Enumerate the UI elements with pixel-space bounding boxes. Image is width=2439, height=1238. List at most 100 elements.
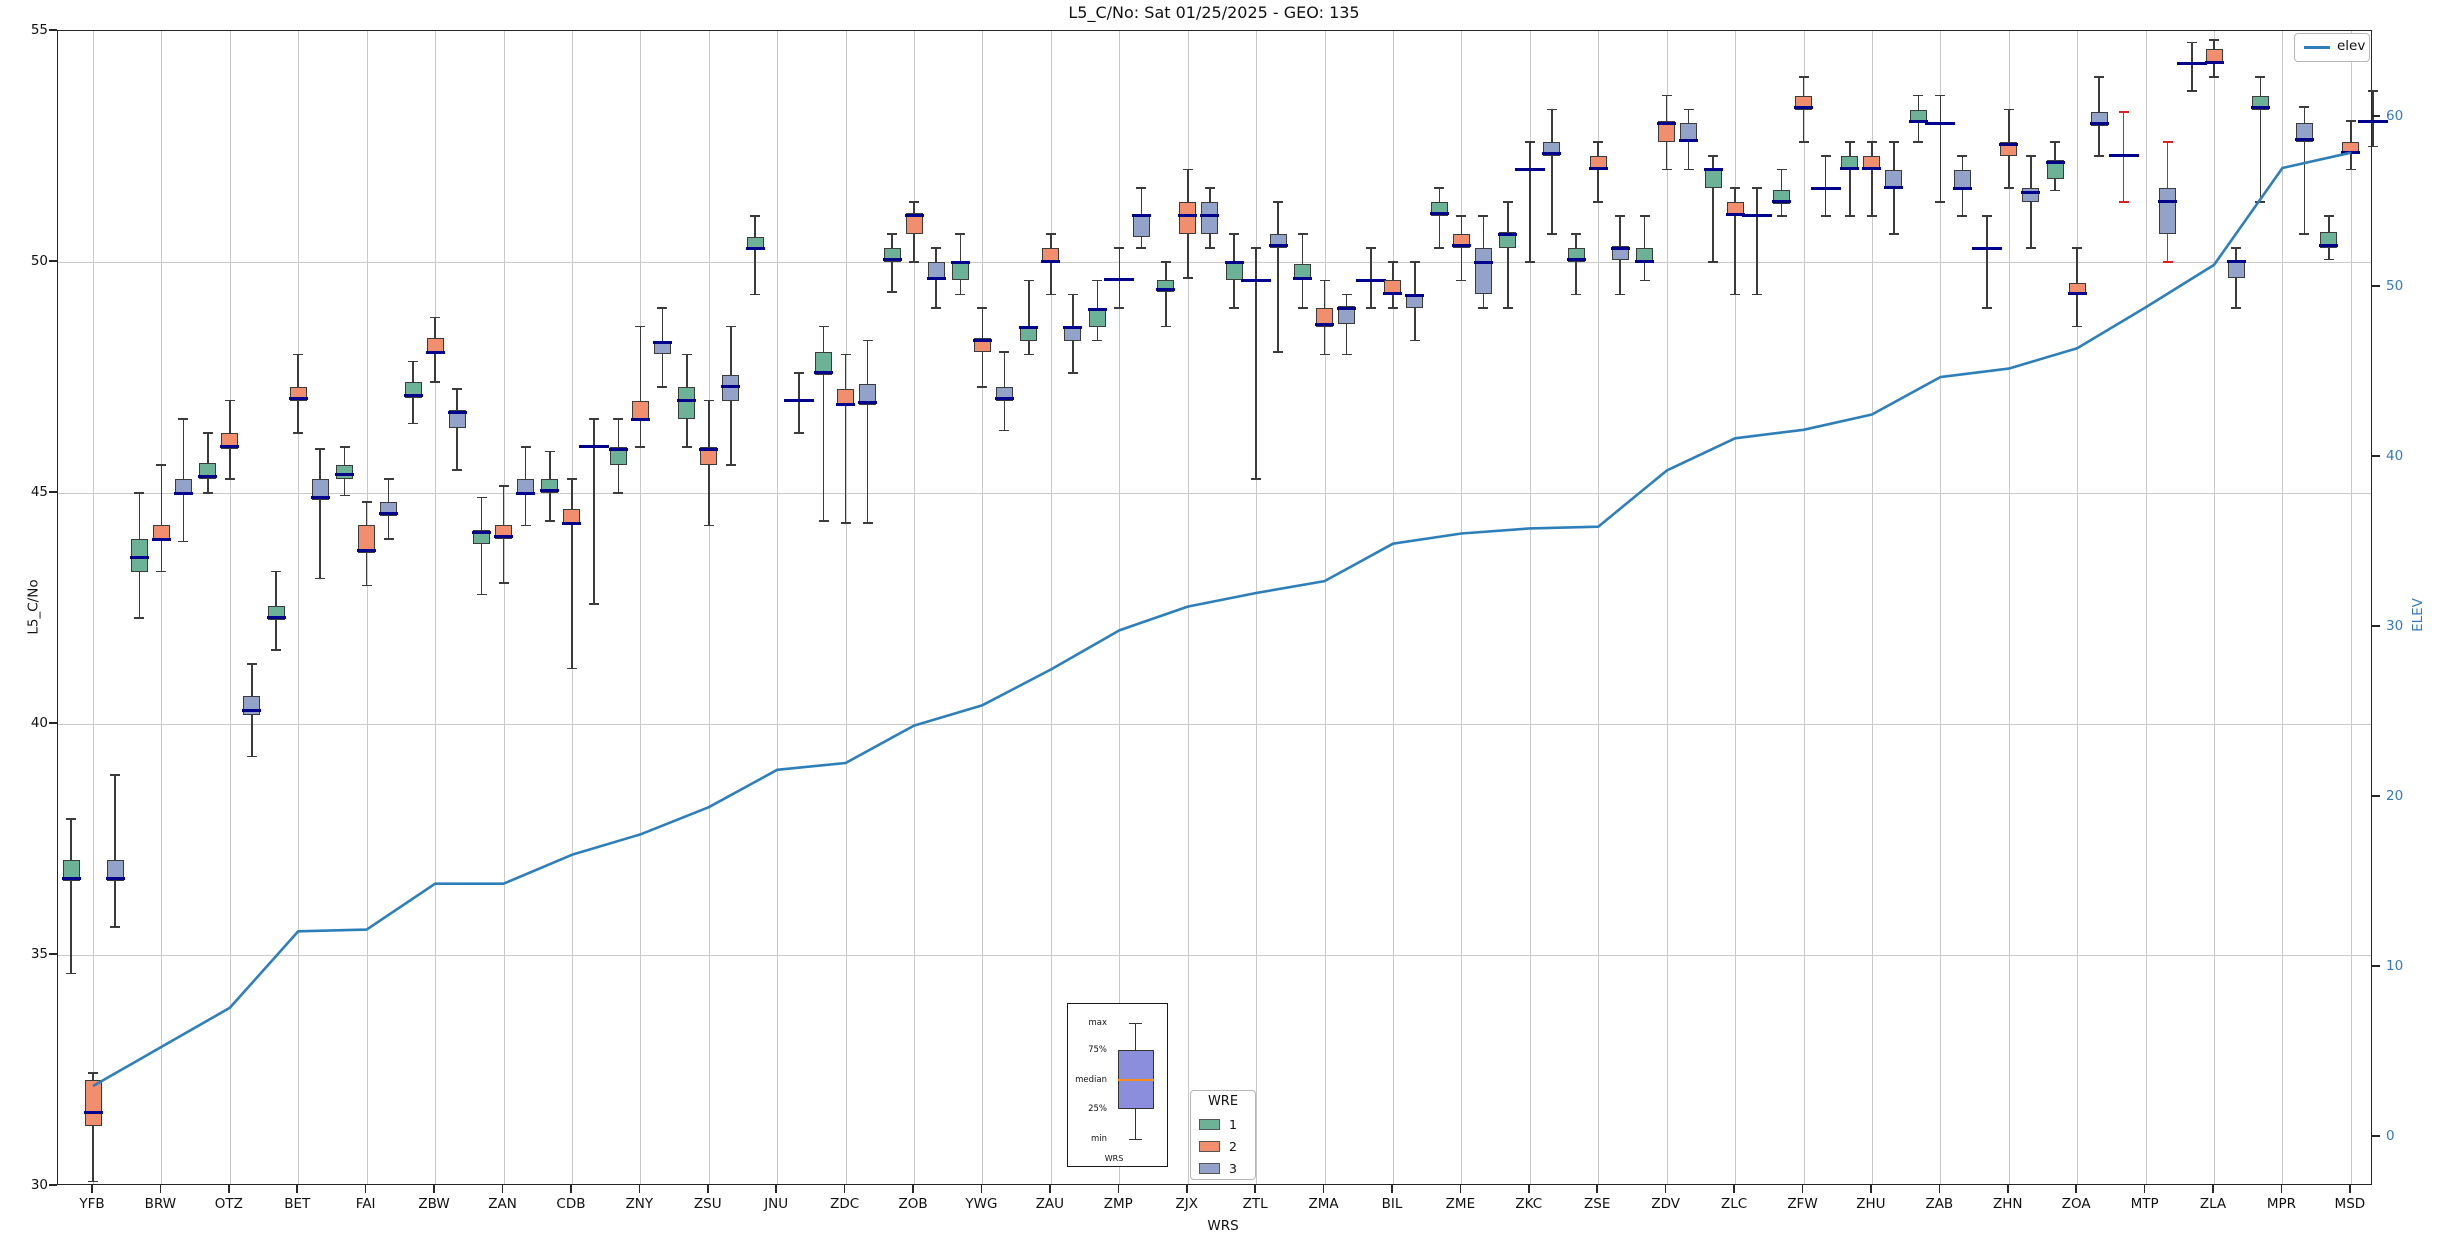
y2-axis-label: ELEV [2410, 598, 2427, 632]
y-tick [49, 722, 57, 724]
x-tick-label-zsu: ZSU [693, 1196, 722, 1212]
x-tick [570, 1185, 572, 1193]
x-tick [843, 1185, 846, 1193]
x-tick [638, 1185, 641, 1193]
y2-tick [2372, 965, 2380, 967]
y-tick [49, 29, 57, 31]
x-tick [296, 1185, 299, 1193]
chart-title: L5_C/No: Sat 01/25/2025 - GEO: 135 [1068, 3, 1360, 22]
x-tick-label-jnu: JNU [764, 1196, 789, 1212]
y2-tick [2372, 115, 2380, 117]
x-tick [501, 1185, 504, 1193]
x-tick [228, 1185, 230, 1193]
x-tick-label-bet: BET [284, 1196, 311, 1212]
y2-tick-label: 0 [2386, 1128, 2395, 1144]
x-tick [1664, 1185, 1667, 1193]
y-tick [49, 260, 57, 262]
x-tick-label-zbw: ZBW [418, 1196, 450, 1212]
y-tick [49, 491, 57, 493]
x-axis-label: WRS [1207, 1218, 1239, 1234]
x-tick [364, 1185, 367, 1193]
y-tick-label: 55 [30, 22, 48, 38]
y-axis-label: L5_C/No [25, 579, 42, 635]
x-tick-label-zma: ZMA [1308, 1196, 1339, 1212]
x-tick-label-zjx: ZJX [1175, 1196, 1198, 1212]
x-tick-label-otz: OTZ [214, 1196, 243, 1212]
x-tick-label-zmp: ZMP [1103, 1196, 1133, 1212]
y2-tick-label: 10 [2386, 958, 2404, 974]
x-tick-label-zlc: ZLC [1720, 1196, 1748, 1212]
y2-tick-label: 30 [2386, 618, 2404, 634]
x-tick-label-zab: ZAB [1925, 1196, 1954, 1212]
x-tick-label-zhu: ZHU [1856, 1196, 1886, 1212]
x-tick-label-zau: ZAU [1035, 1196, 1065, 1212]
x-tick [2280, 1185, 2283, 1193]
x-tick [433, 1185, 435, 1193]
y2-tick-label: 60 [2386, 108, 2404, 124]
x-tick-label-ztl: ZTL [1242, 1196, 1268, 1212]
x-tick [91, 1185, 93, 1193]
y2-tick-label: 20 [2386, 788, 2404, 804]
x-tick-label-zob: ZOB [898, 1196, 928, 1212]
x-tick [2212, 1185, 2214, 1193]
x-tick [706, 1185, 709, 1193]
x-tick-label-zkc: ZKC [1515, 1196, 1543, 1212]
x-tick [980, 1185, 983, 1193]
x-tick [1596, 1185, 1599, 1193]
y-tick-label: 35 [30, 946, 48, 962]
x-tick-label-yfb: YFB [79, 1196, 105, 1212]
x-tick-label-brw: BRW [144, 1196, 177, 1212]
x-tick-label-zoa: ZOA [2061, 1196, 2091, 1212]
elev-line [92, 151, 2352, 1088]
x-tick [2006, 1185, 2009, 1193]
x-tick-label-bil: BIL [1381, 1196, 1403, 1212]
x-tick [912, 1185, 914, 1193]
x-tick [1801, 1185, 1804, 1193]
x-tick-label-fai: FAI [355, 1196, 376, 1212]
y-tick [49, 1184, 57, 1186]
x-tick-label-cdb: CDB [556, 1196, 586, 1212]
y2-tick-label: 40 [2386, 448, 2404, 464]
y-tick-label: 40 [30, 715, 48, 731]
x-tick [1117, 1185, 1120, 1193]
plot-area [57, 30, 2388, 1185]
y2-tick [2372, 1135, 2380, 1137]
x-tick [1254, 1185, 1256, 1193]
y-tick-label: 45 [30, 484, 48, 500]
x-tick [2075, 1185, 2077, 1193]
x-tick [2143, 1185, 2146, 1193]
y-tick-label: 30 [30, 1177, 48, 1193]
x-tick-label-zse: ZSE [1584, 1196, 1611, 1212]
y2-tick [2372, 285, 2380, 287]
x-tick [775, 1185, 777, 1193]
x-tick-label-zan: ZAN [488, 1196, 517, 1212]
x-tick [1049, 1185, 1051, 1193]
y-tick-label: 50 [30, 253, 48, 269]
x-tick-label-zla: ZLA [2199, 1196, 2227, 1212]
x-tick [1528, 1185, 1530, 1193]
x-tick [1391, 1185, 1393, 1193]
y-tick [49, 953, 57, 955]
x-tick-label-zme: ZME [1445, 1196, 1476, 1212]
x-tick-label-ywg: YWG [965, 1196, 998, 1212]
x-tick [1938, 1185, 1941, 1193]
x-tick-label-zny: ZNY [625, 1196, 654, 1212]
y2-tick [2372, 625, 2380, 627]
x-tick [1870, 1185, 1872, 1193]
figure: L5_C/No: Sat 01/25/2025 - GEO: 135 L5_C/… [0, 0, 2439, 1238]
x-tick-label-zdv: ZDV [1651, 1196, 1680, 1212]
y2-tick-label: 50 [2386, 278, 2404, 294]
x-tick [2349, 1185, 2351, 1193]
y2-tick [2372, 795, 2380, 797]
x-tick-label-zfw: ZFW [1787, 1196, 1818, 1212]
y2-tick [2372, 455, 2380, 457]
x-tick [1459, 1185, 1462, 1193]
x-tick-label-zdc: ZDC [830, 1196, 860, 1212]
x-tick [1185, 1185, 1188, 1193]
x-tick [1322, 1185, 1325, 1193]
x-tick-label-mpr: MPR [2266, 1196, 2297, 1212]
x-tick-label-zhn: ZHN [1993, 1196, 2023, 1212]
x-tick-label-msd: MSD [2334, 1196, 2366, 1212]
x-tick [1733, 1185, 1735, 1193]
x-tick [159, 1185, 162, 1193]
